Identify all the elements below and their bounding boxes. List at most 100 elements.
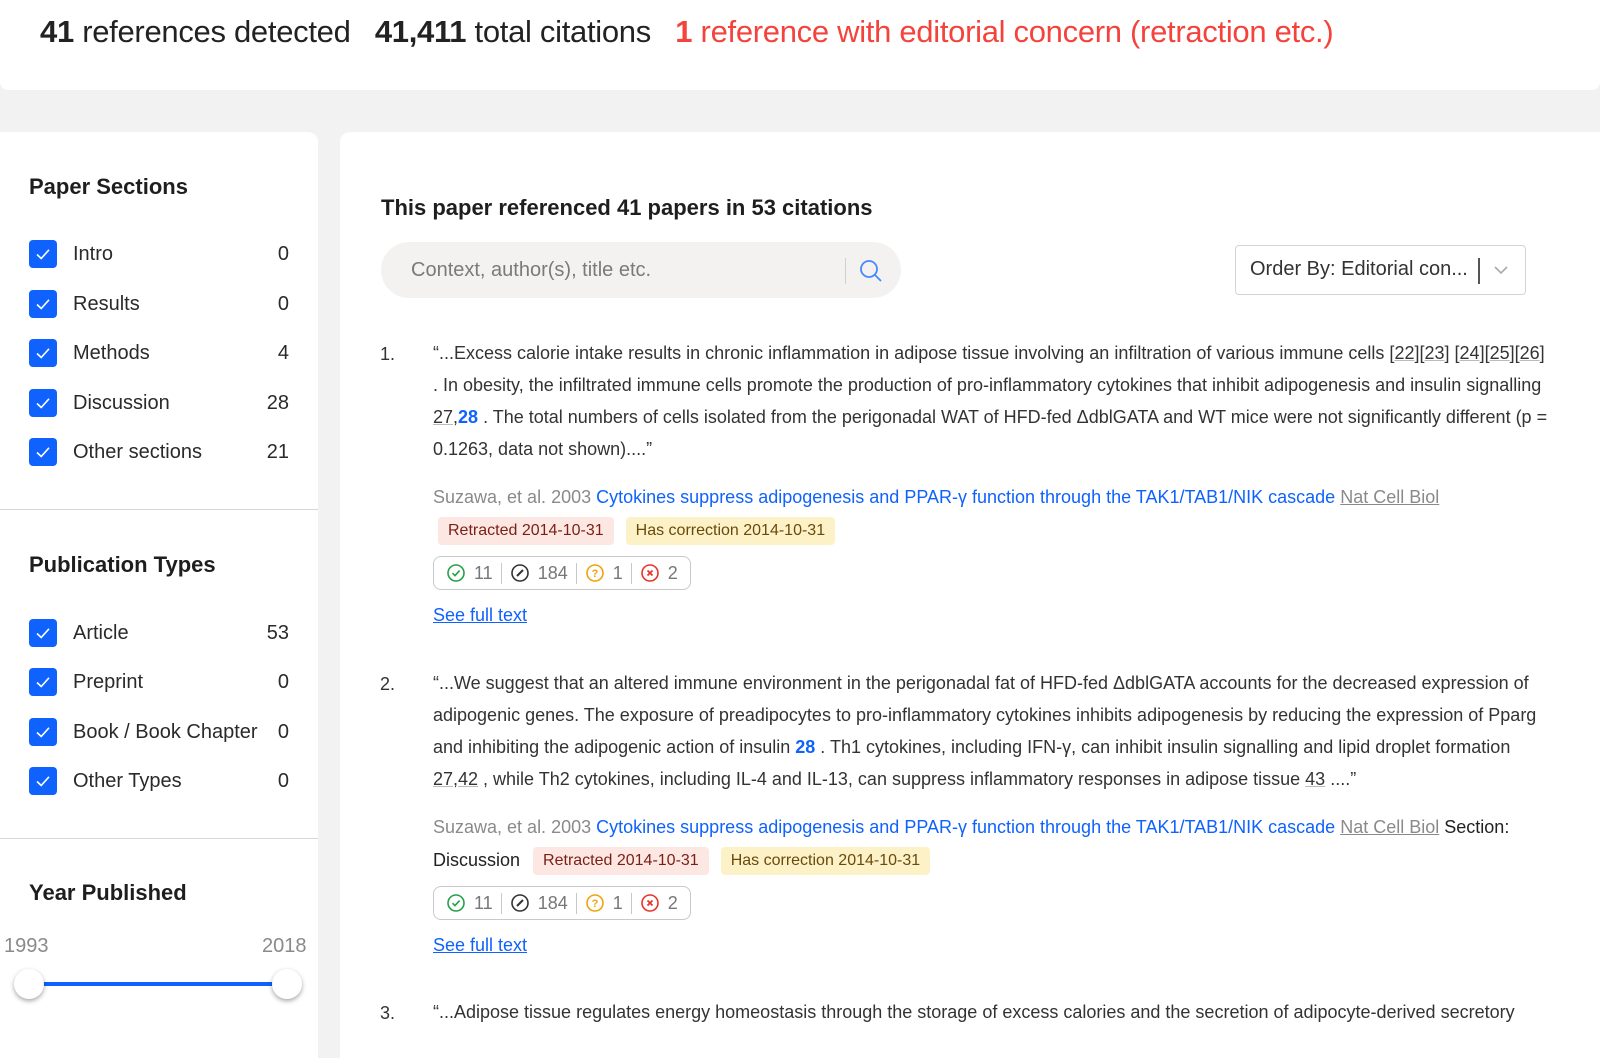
checkbox-checked-icon[interactable] [29,240,57,268]
summary-stats: 41 references detected 41,411 total cita… [40,14,1349,50]
search-input[interactable] [411,242,831,298]
retracted-tag[interactable]: Retracted 2014-10-31 [438,517,614,546]
filter-label: Other Types [73,769,182,792]
year-slider-max-handle[interactable] [272,969,302,999]
checkbox-checked-icon[interactable] [29,438,57,466]
unclassified-count: ? 1 [575,892,631,914]
filter-discussion[interactable]: Discussion 28 [29,388,289,418]
citation-tally[interactable]: 11 184 ? 1 2 [433,886,691,920]
supporting-count: 11 [444,893,501,914]
filter-other-sections[interactable]: Other sections 21 [29,437,289,467]
filter-label: Results [73,292,140,315]
reference-meta: Suzawa, et al. 2003 Cytokines suppress a… [433,481,1548,547]
reference-number: 1. [380,344,396,364]
highlighted-citation[interactable]: 28 [795,737,815,757]
year-slider-track[interactable] [28,982,286,986]
section-label: Section: [1444,817,1510,837]
context-text: ....” [1325,769,1357,789]
journal-link[interactable]: Nat Cell Biol [1340,487,1439,507]
section-value: Discussion [433,850,521,870]
citations-count: 41,411 [374,14,467,49]
filter-results[interactable]: Results 0 [29,289,289,319]
filter-other-types[interactable]: Other Types 0 [29,766,289,796]
editorial-tags: Retracted 2014-10-31 Has correction 2014… [533,847,931,876]
filter-intro[interactable]: Intro 0 [29,239,289,269]
order-by-select[interactable]: Order By: Editorial con... [1235,245,1526,295]
journal-link[interactable]: Nat Cell Biol [1340,817,1439,837]
supporting-count: 11 [444,563,501,584]
checkbox-checked-icon[interactable] [29,619,57,647]
filter-label: Intro [73,242,114,265]
filter-label: Discussion [73,391,170,414]
citation-link[interactable]: 22 [1394,343,1414,363]
correction-tag[interactable]: Has correction 2014-10-31 [625,517,836,546]
question-circle-icon: ? [585,564,604,582]
reference-title-link[interactable]: Cytokines suppress adipogenesis and PPAR… [596,817,1335,837]
search-box [381,242,901,298]
references-panel: This paper referenced 41 papers in 53 ci… [340,132,1600,1058]
question-circle-icon: ? [585,894,604,912]
year-published-title: Year Published [29,880,187,905]
context-text: . Th1 cytokines, including IFN-γ, can in… [815,737,1511,757]
editorial-tags: Retracted 2014-10-31 Has correction 2014… [438,517,836,546]
citation-context: “...Adipose tissue regulates energy home… [433,996,1548,1028]
check-circle-icon [447,894,465,912]
search-icon[interactable] [858,258,884,284]
citation-link[interactable]: 43 [1305,769,1325,789]
filter-count: 53 [266,621,289,644]
citation-link[interactable]: 23 [1424,343,1444,363]
publication-types-title: Publication Types [29,552,216,577]
checkbox-checked-icon[interactable] [29,339,57,367]
citation-link[interactable]: 27,42 [433,769,478,789]
correction-tag[interactable]: Has correction 2014-10-31 [720,847,931,876]
citation-link[interactable]: 27 [433,407,453,427]
reference-title-link[interactable]: Cytokines suppress adipogenesis and PPAR… [596,487,1335,507]
filter-preprint[interactable]: Preprint 0 [29,667,289,697]
filter-label: Other sections [73,440,202,463]
checkbox-checked-icon[interactable] [29,718,57,746]
filter-article[interactable]: Article 53 [29,618,289,648]
chevron-down-icon[interactable] [1491,260,1511,280]
citation-link[interactable]: 25 [1490,343,1510,363]
context-text: , while Th2 cytokines, including IL-4 an… [478,769,1306,789]
filter-count: 4 [277,341,289,364]
paper-sections-title: Paper Sections [29,174,188,199]
see-full-text-link[interactable]: See full text [433,605,527,626]
citation-link[interactable]: 26 [1520,343,1540,363]
year-slider-min-handle[interactable] [14,969,44,999]
mentioning-count: 184 [500,892,576,914]
highlighted-citation[interactable]: 28 [458,407,478,427]
citation-link[interactable]: 24 [1460,343,1480,363]
reference-authors: Suzawa, et al. 2003 [433,487,592,507]
see-full-text-link[interactable]: See full text [433,935,527,956]
editorial-concern-stat[interactable]: 1 reference with editorial concern (retr… [675,14,1333,49]
filter-label: Book / Book Chapter [73,720,258,743]
filter-label: Preprint [73,670,144,693]
svg-text:?: ? [591,898,598,910]
citation-tally[interactable]: 11 184 ? 1 2 [433,556,691,590]
citations-label: total citations [474,14,652,49]
filter-methods[interactable]: Methods 4 [29,338,289,368]
reference-number: 3. [380,1003,396,1023]
tally-value: 1 [612,892,623,913]
references-label: references detected [82,14,351,49]
year-max-label: 2018 [262,935,307,957]
checkbox-checked-icon[interactable] [29,290,57,318]
order-by-label: Order By: Editorial con... [1250,258,1468,280]
retracted-tag[interactable]: Retracted 2014-10-31 [533,847,709,876]
filter-book-chapter[interactable]: Book / Book Chapter 0 [29,717,289,747]
search-separator [845,258,846,284]
text-cursor [1478,258,1480,284]
contrasting-count: 2 [630,562,680,584]
checkbox-checked-icon[interactable] [29,668,57,696]
checkbox-checked-icon[interactable] [29,389,57,417]
section-divider [0,838,318,839]
mention-circle-icon [510,894,529,912]
tally-value: 11 [474,892,493,913]
unclassified-count: ? 1 [575,562,631,584]
tally-value: 184 [537,892,568,913]
year-min-label: 1993 [4,935,49,957]
citation-context: “...Excess calorie intake results in chr… [433,343,1548,459]
checkbox-checked-icon[interactable] [29,767,57,795]
filter-count: 0 [277,769,289,792]
